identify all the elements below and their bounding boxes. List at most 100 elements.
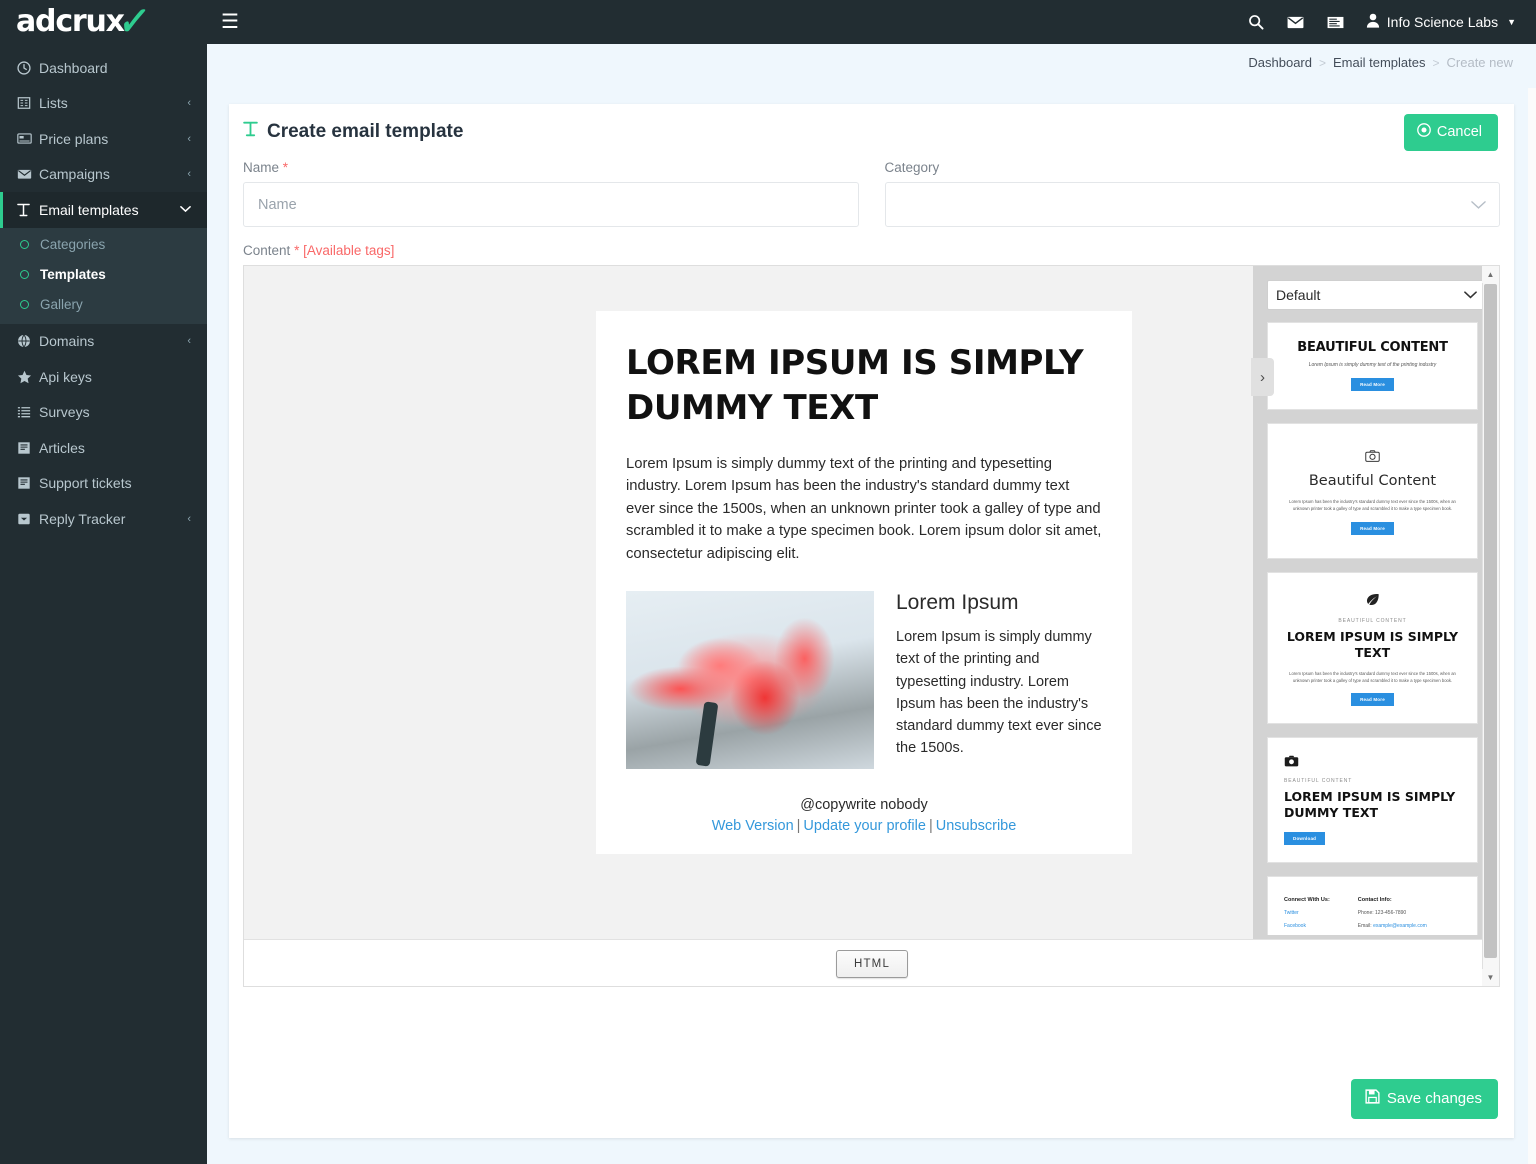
link-separator: | [797, 818, 801, 834]
editor-scrollbar-thumb[interactable] [1484, 284, 1497, 958]
available-tags-link[interactable]: [Available tags] [303, 243, 394, 258]
sidebar-subitem-categories[interactable]: Categories [0, 230, 207, 260]
domains-icon [17, 334, 37, 348]
save-label: Save changes [1387, 1090, 1482, 1107]
gallery-thumbnail-list[interactable]: BEAUTIFUL CONTENT Lorem Ipsum is simply … [1253, 322, 1500, 935]
page-scrollbar[interactable] [1528, 88, 1536, 1164]
sidebar-item-domains[interactable]: Domains ‹ [0, 324, 207, 360]
scroll-up-arrow-icon[interactable]: ▲ [1482, 266, 1499, 283]
save-disk-icon [1365, 1089, 1380, 1108]
sidebar-item-label: Articles [39, 440, 191, 456]
email-sub-heading[interactable]: Lorem Ipsum [896, 591, 1102, 615]
create-template-card: Create email template Cancel Name * [229, 104, 1514, 1138]
update-profile-link[interactable]: Update your profile [803, 818, 926, 834]
circle-icon [20, 300, 29, 309]
leaf-icon [1286, 593, 1459, 608]
card-header: Create email template Cancel [229, 104, 1514, 160]
sidebar-subitem-label: Templates [40, 267, 106, 282]
email-paragraph[interactable]: Lorem Ipsum is simply dummy text of the … [626, 453, 1102, 565]
hamburger-menu-icon[interactable]: ☰ [221, 12, 239, 32]
email-preview-document: LOREM IPSUM IS SIMPLY DUMMY TEXT Lorem I… [596, 311, 1132, 854]
breadcrumb-separator: > [1319, 56, 1326, 70]
chevron-left-icon: ‹ [187, 335, 191, 347]
email-sub-paragraph[interactable]: Lorem Ipsum is simply dummy text of the … [896, 626, 1102, 759]
email-footer: @copywrite nobody Web Version|Update you… [626, 797, 1102, 834]
sidebar-item-api-keys[interactable]: Api keys [0, 359, 207, 395]
thumbnail-subtitle: Lorem Ipsum is simply dummy text of the … [1282, 362, 1463, 368]
surveys-icon [17, 406, 37, 419]
web-version-link[interactable]: Web Version [712, 818, 794, 834]
search-icon[interactable] [1236, 0, 1276, 44]
sidebar-item-surveys[interactable]: Surveys [0, 395, 207, 431]
html-mode-button[interactable]: HTML [836, 950, 908, 978]
form-row-top: Name * Category [243, 160, 1500, 227]
editor-scrollbar-track[interactable]: ▲ ▼ [1482, 266, 1499, 986]
contact-heading: Contact Info: [1358, 897, 1427, 903]
cancel-button[interactable]: Cancel [1404, 114, 1498, 151]
card-title-text: Create email template [267, 121, 463, 143]
user-menu[interactable]: Info Science Labs ▼ [1356, 13, 1520, 31]
category-field-group: Category [885, 160, 1501, 227]
thumbnail-eyebrow: BEAUTIFUL CONTENT [1286, 618, 1459, 624]
sidebar-item-price-plans[interactable]: Price plans ‹ [0, 121, 207, 157]
notes-icon[interactable] [1316, 0, 1356, 44]
gallery-thumbnail[interactable]: BEAUTIFUL CONTENT LOREM IPSUM IS SIMPLY … [1267, 737, 1478, 863]
sidebar-item-label: Domains [39, 333, 187, 349]
category-label: Category [885, 160, 1501, 175]
sidebar-item-dashboard[interactable]: Dashboard [0, 50, 207, 86]
camera-icon [1288, 450, 1457, 464]
sidebar-item-label: Support tickets [39, 475, 191, 491]
thumbnail-connect-column: Connect With Us: Twitter Facebook Google… [1284, 897, 1330, 935]
brand-logo[interactable]: adcrux✓ [0, 0, 207, 44]
gallery-thumbnail[interactable]: Connect With Us: Twitter Facebook Google… [1267, 876, 1478, 935]
sidebar-item-lists[interactable]: Lists ‹ [0, 86, 207, 122]
dashboard-icon [17, 61, 37, 75]
thumbnail-title: LOREM IPSUM IS SIMPLY TEXT [1286, 629, 1459, 662]
thumbnail-button: Read More [1351, 522, 1394, 535]
breadcrumb: Dashboard > Email templates > Create new [207, 44, 1536, 81]
breadcrumb-item-current: Create new [1447, 55, 1513, 70]
gallery-panel-toggle[interactable]: › [1251, 358, 1274, 396]
gallery-category-select[interactable]: Default [1267, 280, 1486, 310]
unsubscribe-link[interactable]: Unsubscribe [936, 818, 1017, 834]
sidebar-subitem-label: Categories [40, 237, 105, 252]
name-input[interactable] [243, 182, 859, 227]
connect-link-twitter: Twitter [1284, 910, 1330, 916]
cancel-circle-icon [1417, 123, 1431, 141]
reply-tracker-icon [17, 512, 37, 526]
name-field-group: Name * [243, 160, 859, 227]
sidebar-item-email-templates[interactable]: Email templates [0, 192, 207, 228]
sidebar-item-label: Email templates [39, 202, 180, 218]
sidebar-item-support-tickets[interactable]: Support tickets [0, 466, 207, 502]
card-body: Name * Category Content [229, 160, 1514, 987]
connect-heading: Connect With Us: [1284, 897, 1330, 903]
sidebar-item-reply-tracker[interactable]: Reply Tracker ‹ [0, 501, 207, 537]
gallery-thumbnail[interactable]: Beautiful Content Lorem Ipsum has been t… [1267, 423, 1478, 559]
gallery-thumbnail[interactable]: BEAUTIFUL CONTENT LOREM IPSUM IS SIMPLY … [1267, 572, 1478, 724]
save-changes-button[interactable]: Save changes [1351, 1079, 1498, 1119]
sidebar-item-label: Reply Tracker [39, 511, 187, 527]
content-label: Content * [Available tags] [243, 243, 1500, 258]
mail-icon[interactable] [1276, 0, 1316, 44]
email-heading[interactable]: LOREM IPSUM IS SIMPLY DUMMY TEXT [626, 341, 1102, 431]
sidebar-subitem-label: Gallery [40, 297, 83, 312]
thumbnail-body: Lorem Ipsum has been the industry's stan… [1288, 498, 1457, 513]
template-gallery-panel: Default BEAUTIFUL CONTENT Lorem Ipsum is… [1253, 266, 1500, 939]
sidebar-subitem-templates[interactable]: Templates [0, 260, 207, 290]
email-footer-links: Web Version|Update your profile|Unsubscr… [626, 818, 1102, 834]
scroll-down-arrow-icon[interactable]: ▼ [1482, 969, 1499, 986]
category-select[interactable] [885, 182, 1501, 227]
thumbnail-body: Lorem Ipsum has been the industry's stan… [1286, 670, 1459, 685]
sidebar-item-articles[interactable]: Articles [0, 430, 207, 466]
name-label-text: Name [243, 160, 279, 175]
chevron-left-icon: ‹ [187, 513, 191, 525]
email-flower-image[interactable] [626, 591, 874, 769]
sidebar-subitem-gallery[interactable]: Gallery [0, 290, 207, 320]
sidebar-item-label: Api keys [39, 369, 191, 385]
gallery-select-wrap: Default [1267, 280, 1486, 310]
gallery-thumbnail[interactable]: BEAUTIFUL CONTENT Lorem Ipsum is simply … [1267, 322, 1478, 410]
editor-canvas[interactable]: LOREM IPSUM IS SIMPLY DUMMY TEXT Lorem I… [244, 266, 1251, 939]
sidebar-item-campaigns[interactable]: Campaigns ‹ [0, 157, 207, 193]
breadcrumb-item-email-templates[interactable]: Email templates [1333, 55, 1425, 70]
breadcrumb-item-dashboard[interactable]: Dashboard [1248, 55, 1312, 70]
